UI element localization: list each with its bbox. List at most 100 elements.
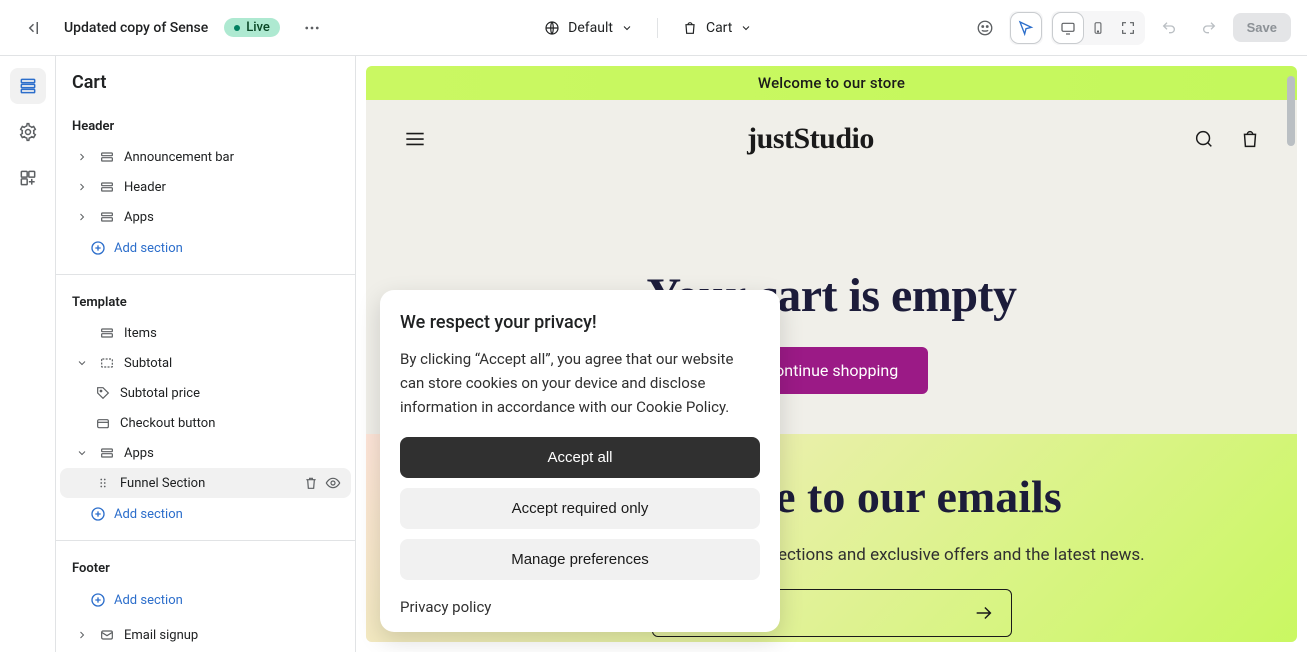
topbar-left: Updated copy of Sense Live: [16, 12, 328, 44]
group-footer-label: Footer: [56, 547, 355, 584]
cookie-consent-popup: We respect your privacy! By clicking “Ac…: [380, 290, 780, 632]
desktop-view[interactable]: [1053, 13, 1083, 43]
sidebar[interactable]: Cart Header Announcement bar Header Apps…: [56, 56, 356, 652]
section-apps-template[interactable]: Apps: [60, 438, 351, 468]
plus-circle-icon: [90, 506, 106, 522]
chevron-right-icon: [74, 179, 90, 195]
chevron-right-icon: [74, 149, 90, 165]
section-icon: [98, 354, 116, 372]
locale-selector[interactable]: Default: [544, 20, 633, 36]
accept-all-button[interactable]: Accept all: [400, 437, 760, 478]
add-section-label: Add section: [114, 507, 183, 522]
topbar: Updated copy of Sense Live Default Cart: [0, 0, 1307, 56]
sections-tab[interactable]: [10, 68, 46, 104]
globe-icon: [544, 20, 560, 36]
arrow-right-icon[interactable]: [973, 602, 995, 624]
visibility-icon[interactable]: [325, 475, 341, 491]
accept-required-button[interactable]: Accept required only: [400, 488, 760, 529]
divider: [56, 540, 355, 541]
redo-button[interactable]: [1193, 12, 1225, 44]
privacy-policy-link[interactable]: Privacy policy: [400, 598, 491, 616]
hamburger-icon[interactable]: [402, 126, 428, 152]
section-label: Announcement bar: [124, 150, 234, 165]
inspector-toggle[interactable]: [1011, 13, 1041, 43]
live-badge: Live: [224, 18, 280, 37]
add-section-footer[interactable]: Add section: [56, 584, 355, 620]
scrollbar-thumb[interactable]: [1287, 76, 1295, 146]
spacer: [74, 325, 90, 341]
live-label: Live: [246, 20, 270, 35]
header-icons: [1193, 128, 1261, 150]
more-menu[interactable]: [296, 12, 328, 44]
page-label: Cart: [706, 20, 732, 36]
fullscreen-view[interactable]: [1113, 13, 1143, 43]
chevron-down-icon: [740, 22, 752, 34]
row-actions: [303, 475, 341, 491]
block-subtotal-price[interactable]: Subtotal price: [60, 378, 351, 408]
group-header-label: Header: [56, 105, 355, 142]
chevron-right-icon: [74, 627, 90, 643]
section-announcement-bar[interactable]: Announcement bar: [60, 142, 351, 172]
section-label: Apps: [124, 210, 154, 225]
chevron-right-icon: [74, 209, 90, 225]
chevron-down-icon: [74, 355, 90, 371]
section-items[interactable]: Items: [60, 318, 351, 348]
section-header[interactable]: Header: [60, 172, 351, 202]
plus-circle-icon: [90, 240, 106, 256]
undo-button[interactable]: [1153, 12, 1185, 44]
email-icon: [98, 626, 116, 644]
block-checkout-button[interactable]: Checkout button: [60, 408, 351, 438]
theme-title: Updated copy of Sense: [64, 20, 208, 36]
section-label: Header: [124, 180, 166, 195]
left-rail: [0, 56, 56, 652]
locale-label: Default: [568, 20, 613, 36]
plus-circle-icon: [90, 592, 106, 608]
block-label: Subtotal price: [120, 386, 200, 401]
add-section-header[interactable]: Add section: [56, 232, 355, 268]
inspector-toggle-group: [1009, 11, 1043, 45]
search-icon[interactable]: [1193, 128, 1215, 150]
group-template-label: Template: [56, 281, 355, 318]
section-label: Email signup: [124, 628, 198, 643]
sidebar-title: Cart: [56, 56, 355, 105]
topbar-right: Save: [969, 11, 1291, 45]
cookie-title: We respect your privacy!: [400, 312, 760, 333]
drag-icon[interactable]: [94, 474, 112, 492]
bag-icon: [682, 20, 698, 36]
live-dot-icon: [234, 25, 240, 31]
announcement-bar: Welcome to our store: [366, 66, 1297, 100]
cookie-body: By clicking “Accept all”, you agree that…: [400, 347, 760, 419]
page-selector[interactable]: Cart: [682, 20, 752, 36]
exit-button[interactable]: [16, 12, 48, 44]
section-label: Items: [124, 326, 157, 341]
block-label: Checkout button: [120, 416, 215, 431]
store-brand[interactable]: justStudio: [428, 122, 1193, 156]
add-section-label: Add section: [114, 241, 183, 256]
section-apps-header[interactable]: Apps: [60, 202, 351, 232]
chevron-down-icon: [621, 22, 633, 34]
block-label: Funnel Section: [120, 476, 205, 491]
delete-icon[interactable]: [303, 475, 319, 491]
settings-tab[interactable]: [10, 114, 46, 150]
divider: [56, 274, 355, 275]
cart-icon[interactable]: [1239, 128, 1261, 150]
price-icon: [94, 384, 112, 402]
mobile-view[interactable]: [1083, 13, 1113, 43]
save-button[interactable]: Save: [1233, 13, 1291, 42]
topbar-center: Default Cart: [544, 18, 752, 38]
section-icon: [98, 324, 116, 342]
viewport-group: [1051, 11, 1145, 45]
section-icon: [98, 444, 116, 462]
block-funnel-section[interactable]: Funnel Section: [60, 468, 351, 498]
add-section-template[interactable]: Add section: [56, 498, 355, 534]
section-label: Apps: [124, 446, 154, 461]
preview-scrollbar[interactable]: [1287, 76, 1295, 632]
section-icon: [98, 208, 116, 226]
help-icon[interactable]: [969, 12, 1001, 44]
manage-preferences-button[interactable]: Manage preferences: [400, 539, 760, 580]
section-email-signup[interactable]: Email signup: [60, 620, 351, 650]
store-header: justStudio: [366, 100, 1297, 178]
section-icon: [98, 178, 116, 196]
section-subtotal[interactable]: Subtotal: [60, 348, 351, 378]
apps-tab[interactable]: [10, 160, 46, 196]
